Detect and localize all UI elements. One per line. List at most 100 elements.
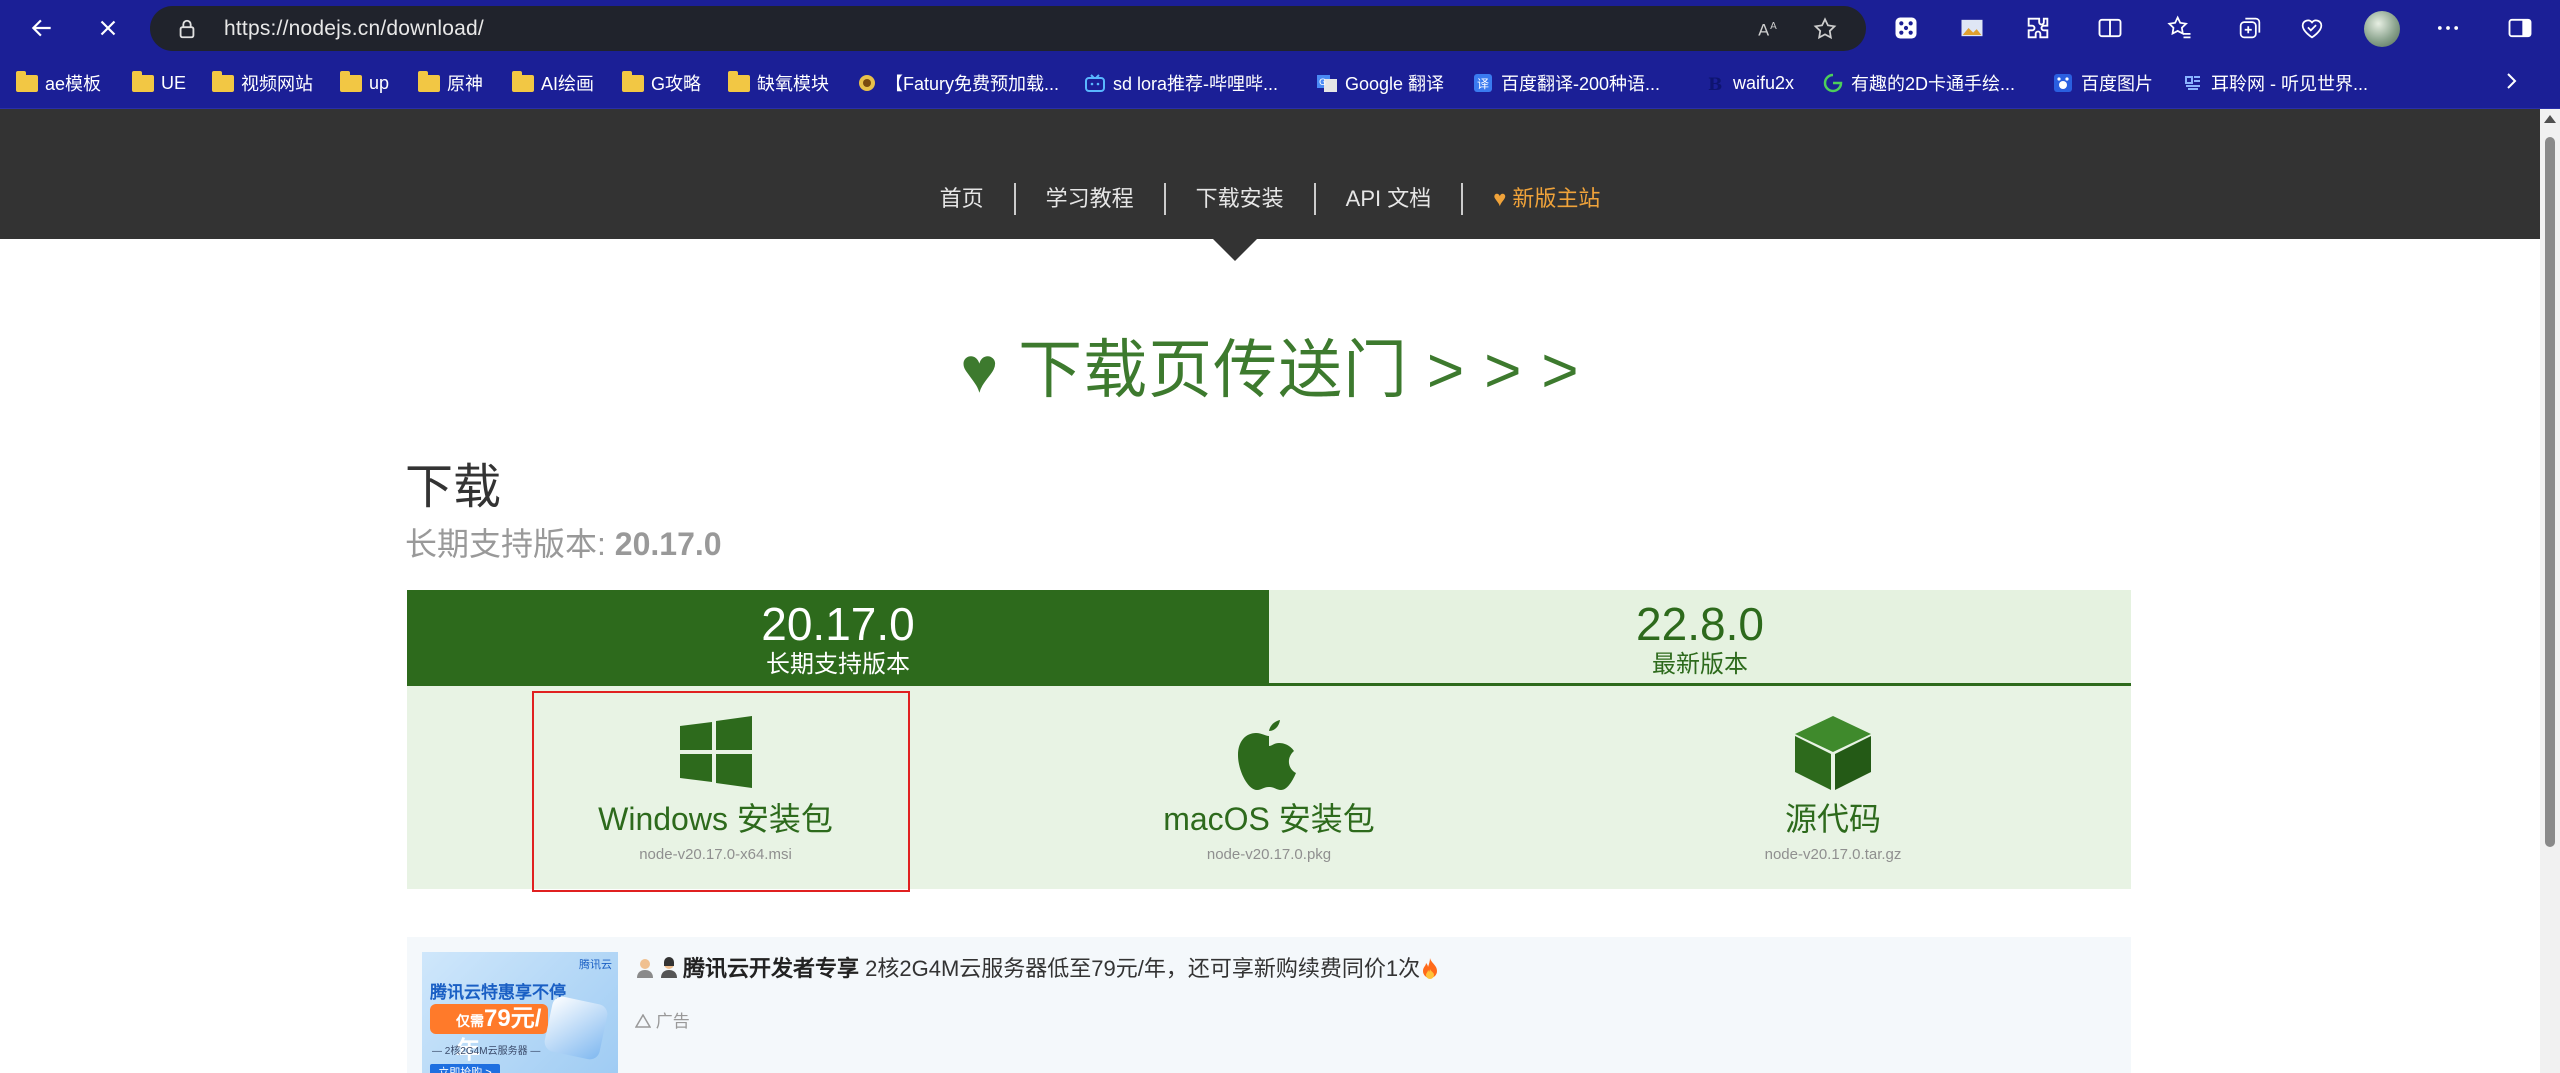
- ad-image-graphic: [542, 994, 610, 1062]
- cube-icon: [1795, 716, 1871, 790]
- baidu-translate-icon: 译: [1472, 73, 1494, 93]
- baidu-icon: [2052, 73, 2074, 93]
- bookmark-item[interactable]: 百度图片: [2052, 69, 2153, 97]
- web-page: 首页 学习教程 下载安装 API 文档 ♥ 新版主站 ♥ 下载页传送门 > > …: [0, 109, 2540, 1073]
- ad-image-button[interactable]: 立即抢购 >: [430, 1064, 500, 1073]
- ad-body: 2核2G4M云服务器低至79元/年，还可享新购续费同价1次: [859, 956, 1421, 981]
- url-text: https://nodejs.cn/download/: [224, 17, 484, 40]
- bookmark-item[interactable]: 耳聆网 - 听见世界...: [2182, 69, 2368, 97]
- version-tabs: 20.17.0 长期支持版本 22.8.0 最新版本: [407, 590, 2131, 686]
- lock-icon: [179, 19, 195, 39]
- developer-emoji-icon: [661, 957, 677, 978]
- nav-download[interactable]: 下载安装: [1166, 183, 1316, 215]
- waifu2x-icon: B: [1704, 73, 1726, 93]
- page-scrollbar[interactable]: [2540, 109, 2560, 1073]
- macos-installer-link[interactable]: macOS 安装包 node-v20.17.0.pkg: [953, 686, 1585, 889]
- google-translate-icon: G: [1316, 73, 1338, 93]
- star-icon[interactable]: [1812, 16, 1838, 42]
- site-icon: [1822, 73, 1844, 93]
- annotation-highlight-box: [532, 691, 910, 892]
- tab-label: 长期支持版本: [766, 651, 910, 678]
- folder-icon: [340, 70, 362, 93]
- svg-text:B: B: [1708, 75, 1722, 93]
- extensions-puzzle-icon[interactable]: [2022, 12, 2054, 44]
- bookmarks-bar: ae模板 UE 视频网站 up 原神 AI绘画 G攻略 缺氧模块 【Fatury…: [0, 57, 2560, 109]
- browser-essentials-icon[interactable]: [2296, 12, 2328, 44]
- back-button[interactable]: [22, 10, 62, 46]
- bookmark-item[interactable]: G攻略: [622, 69, 701, 97]
- collections-icon[interactable]: [2234, 12, 2266, 44]
- stop-loading-button[interactable]: [88, 10, 128, 46]
- bilibili-icon: [1084, 73, 1106, 93]
- lts-version-line: 长期支持版本: 20.17.0: [405, 526, 722, 562]
- bookmark-item[interactable]: 视频网站: [212, 69, 313, 97]
- nav-api-docs[interactable]: API 文档: [1316, 183, 1464, 215]
- download-name: 源代码: [1784, 801, 1881, 837]
- ad-image-headline: 腾讯云特惠享不停: [430, 983, 566, 1002]
- folder-icon: [212, 70, 234, 93]
- ad-tag: 广告: [634, 1007, 690, 1032]
- ad-image[interactable]: 腾讯云 腾讯云特惠享不停 仅需79元/年 — 2核2G4M云服务器 — 立即抢购…: [422, 952, 618, 1073]
- main-nav: 首页 学习教程 下载安装 API 文档 ♥ 新版主站: [0, 179, 2540, 219]
- bookmark-item[interactable]: ae模板: [16, 69, 101, 97]
- ad-banner[interactable]: 腾讯云 腾讯云特惠享不停 仅需79元/年 — 2核2G4M云服务器 — 立即抢购…: [407, 937, 2131, 1073]
- arrow-left-icon: [31, 19, 51, 37]
- address-bar[interactable]: https://nodejs.cn/download/ AA: [150, 6, 1866, 51]
- download-portal-link[interactable]: ♥ 下载页传送门 > > >: [0, 319, 2540, 411]
- bookmark-item[interactable]: sd lora推荐-哔哩哔...: [1084, 69, 1278, 97]
- favorites-icon[interactable]: [2164, 12, 2196, 44]
- ad-image-price: 仅需79元/年: [430, 1004, 548, 1064]
- bookmark-item[interactable]: UE: [132, 69, 186, 97]
- nav-new-site[interactable]: ♥ 新版主站: [1463, 183, 1630, 215]
- folder-icon: [622, 70, 644, 93]
- nav-tutorials[interactable]: 学习教程: [1016, 183, 1166, 215]
- ad-title-bold: 腾讯云开发者专享: [683, 956, 860, 981]
- source-code-link[interactable]: 源代码 node-v20.17.0.tar.gz: [1658, 686, 2008, 889]
- folder-icon: [418, 70, 440, 93]
- apple-icon: [1238, 720, 1296, 790]
- folder-icon: [132, 70, 154, 93]
- bookmark-item[interactable]: 缺氧模块: [728, 69, 829, 97]
- fire-icon: [1423, 958, 1438, 979]
- chevron-right-icon[interactable]: [2500, 66, 2524, 96]
- bookmark-item[interactable]: G Google 翻译: [1316, 69, 1444, 97]
- ad-image-brand: 腾讯云: [579, 959, 612, 971]
- folder-icon: [728, 70, 750, 93]
- extension-dice-icon[interactable]: [1890, 12, 1922, 44]
- developer-emoji-icon: [637, 959, 653, 978]
- bookmark-item[interactable]: 【Fatury免费预加载...: [856, 69, 1059, 97]
- bookmark-item[interactable]: AI绘画: [512, 69, 594, 97]
- bookmark-item[interactable]: Bwaifu2x: [1704, 69, 1794, 97]
- folder-icon: [16, 70, 38, 93]
- tab-current[interactable]: 22.8.0 最新版本: [1269, 590, 2131, 686]
- svg-text:A: A: [1758, 21, 1769, 40]
- bookmark-item[interactable]: 译百度翻译-200种语...: [1472, 69, 1660, 97]
- svg-text:译: 译: [1477, 77, 1489, 91]
- svg-text:A: A: [1770, 21, 1777, 32]
- read-aloud-icon[interactable]: AA: [1756, 16, 1782, 42]
- nav-home[interactable]: 首页: [910, 183, 1016, 215]
- lts-version: 20.17.0: [614, 526, 722, 562]
- download-filename: node-v20.17.0.pkg: [1206, 846, 1332, 863]
- bookmark-item[interactable]: 有趣的2D卡通手绘...: [1822, 69, 2015, 97]
- close-icon: [100, 20, 116, 36]
- ad-headline[interactable]: 腾讯云开发者专享 2核2G4M云服务器低至79元/年，还可享新购续费同价1次: [635, 951, 1444, 983]
- profile-avatar[interactable]: [2364, 11, 2400, 47]
- site-icon: [856, 73, 878, 93]
- download-name: macOS 安装包: [1163, 801, 1375, 837]
- folder-icon: [512, 70, 534, 93]
- scroll-up-arrow[interactable]: [2544, 115, 2556, 123]
- tab-lts[interactable]: 20.17.0 长期支持版本: [407, 590, 1269, 686]
- bookmark-item[interactable]: 原神: [418, 69, 483, 97]
- site-header: 首页 学习教程 下载安装 API 文档 ♥ 新版主站: [0, 109, 2540, 239]
- scroll-thumb[interactable]: [2545, 137, 2555, 847]
- tab-version: 22.8.0: [1636, 598, 1764, 650]
- ad-image-subtitle: — 2核2G4M云服务器 —: [432, 1046, 541, 1057]
- browser-toolbar: https://nodejs.cn/download/ AA: [0, 0, 2560, 57]
- tab-label: 最新版本: [1652, 651, 1748, 678]
- more-menu-icon[interactable]: [2432, 12, 2464, 44]
- bookmark-item[interactable]: up: [340, 69, 389, 97]
- sidebar-toggle-icon[interactable]: [2504, 12, 2536, 44]
- extension-image-icon[interactable]: [1956, 12, 1988, 44]
- split-screen-icon[interactable]: [2094, 12, 2126, 44]
